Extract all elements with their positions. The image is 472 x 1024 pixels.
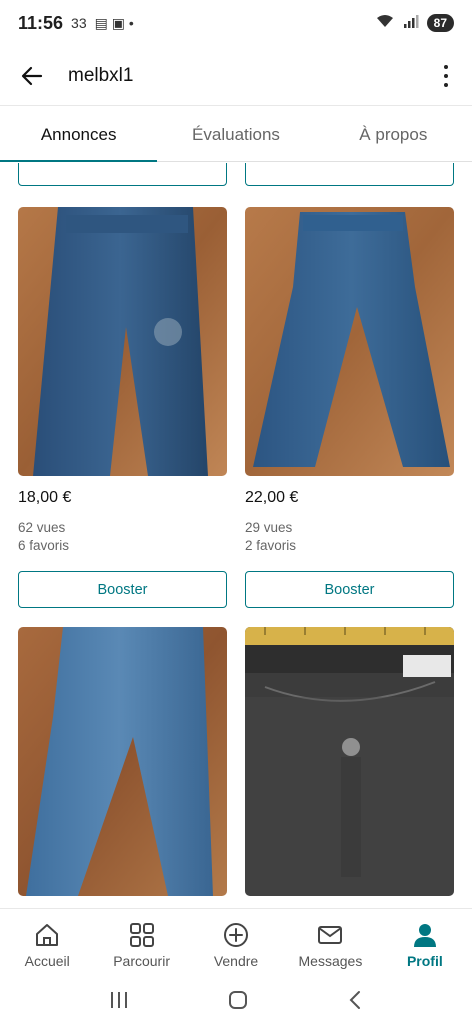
- listing-price: 18,00 €: [18, 489, 72, 506]
- nav-item-vendre[interactable]: Vendre: [189, 909, 283, 980]
- nav-item-accueil[interactable]: Accueil: [0, 909, 94, 980]
- listing-favorites: 6 favoris: [18, 538, 70, 553]
- back-button[interactable]: [14, 58, 50, 94]
- listing-card[interactable]: 18,00 € 62 vues 6 favoris Booster: [18, 207, 227, 627]
- signal-icon: [403, 13, 419, 34]
- listing-card[interactable]: [245, 627, 454, 896]
- home-button-icon[interactable]: [227, 989, 249, 1016]
- home-icon: [36, 924, 59, 946]
- listing-favorites: 2 favoris: [245, 538, 297, 553]
- plus-circle-icon: [224, 923, 249, 947]
- listing-photo[interactable]: [245, 207, 454, 476]
- profile-icon: [413, 924, 436, 947]
- arrow-left-icon: [21, 66, 43, 85]
- nav-label: Parcourir: [113, 953, 170, 969]
- profile-tabs: Annonces Évaluations À propos: [0, 108, 472, 162]
- listing-photo[interactable]: [18, 627, 227, 896]
- tab-a-propos[interactable]: À propos: [315, 108, 472, 161]
- listing-card[interactable]: 22,00 € 29 vues 2 favoris Booster: [245, 207, 454, 627]
- bottom-navigation: Accueil Parcourir Vendre Messages Profil: [0, 908, 472, 980]
- system-navigation: [0, 980, 472, 1024]
- nav-label: Messages: [298, 953, 363, 969]
- back-nav-icon[interactable]: [346, 989, 364, 1016]
- tab-annonces[interactable]: Annonces: [0, 108, 158, 162]
- recent-apps-icon[interactable]: [108, 990, 130, 1015]
- status-time: 11:56: [18, 12, 64, 33]
- previous-booster-button[interactable]: [18, 163, 227, 186]
- listing-photo[interactable]: [245, 627, 454, 896]
- nav-label: Vendre: [213, 953, 259, 969]
- page-title: melbxl1: [68, 64, 134, 86]
- app-header: melbxl1: [0, 46, 472, 106]
- grid-icon: [129, 923, 154, 947]
- status-extra: 33: [71, 15, 87, 31]
- notification-icons: ▤ ▣ •: [94, 14, 134, 31]
- nav-item-parcourir[interactable]: Parcourir: [94, 909, 188, 980]
- nav-item-profil[interactable]: Profil: [378, 909, 472, 980]
- listing-views: 62 vues: [18, 520, 66, 535]
- status-bar: 11:56 33 ▤ ▣ • 87: [0, 0, 472, 46]
- status-right: 87: [375, 13, 454, 34]
- listing-views: 29 vues: [245, 520, 293, 535]
- nav-item-messages[interactable]: Messages: [283, 909, 377, 980]
- nav-label: Profil: [406, 953, 443, 969]
- mail-icon: [318, 926, 343, 944]
- booster-button[interactable]: Booster: [18, 571, 227, 608]
- previous-booster-button[interactable]: [245, 163, 454, 186]
- listings-grid: 18,00 € 62 vues 6 favoris Booster 22,00 …: [18, 163, 454, 896]
- wifi-icon: [375, 13, 395, 34]
- listing-photo[interactable]: [18, 207, 227, 476]
- listings-container: 18,00 € 62 vues 6 favoris Booster 22,00 …: [0, 163, 472, 908]
- nav-label: Accueil: [24, 953, 70, 969]
- listing-price: 22,00 €: [245, 489, 299, 506]
- battery-icon: 87: [426, 14, 454, 32]
- booster-button[interactable]: Booster: [245, 571, 454, 608]
- listing-card[interactable]: [18, 627, 227, 896]
- tab-evaluations[interactable]: Évaluations: [157, 108, 314, 161]
- more-options-icon[interactable]: [434, 58, 458, 94]
